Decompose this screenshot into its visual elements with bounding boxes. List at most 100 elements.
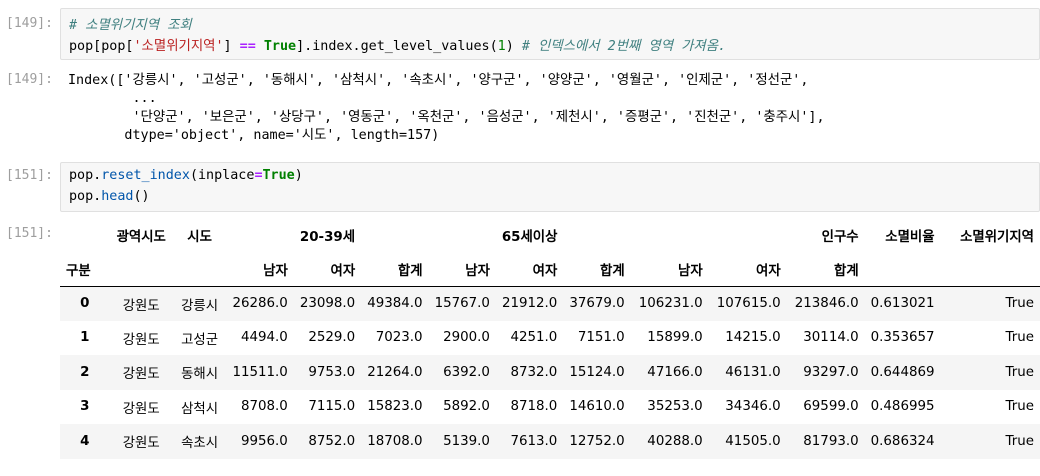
header-sum: 합계	[834, 263, 859, 279]
cell-value: 4251.0	[510, 330, 558, 346]
table-body: 0 강원도 강릉시 26286.0 23098.0 49384.0 15767.…	[60, 286, 1040, 459]
code-line: pop.head()	[69, 189, 150, 204]
header-female: 여자	[330, 263, 356, 279]
cell-value: True	[1005, 433, 1034, 449]
header-city: 시도	[187, 230, 212, 245]
cell-value: 7613.0	[510, 433, 558, 449]
code-comment: # 소멸위기지역 조회	[69, 18, 192, 33]
cell-city: 삼척시	[181, 401, 219, 417]
cell-value: 106231.0	[638, 296, 703, 311]
cell-value: 4494.0	[240, 330, 288, 346]
cell-value: 8752.0	[308, 433, 356, 449]
output-prompt: [149]:	[6, 72, 53, 87]
cell-value: 15823.0	[367, 399, 423, 415]
cell-value: 21264.0	[367, 364, 423, 380]
cell-value: 0.686324	[870, 433, 935, 449]
cell-value: 5139.0	[443, 433, 490, 449]
row-index: 1	[80, 330, 90, 346]
header-group-20-39: 20-39세	[299, 230, 356, 245]
output-prompt: [151]:	[6, 226, 53, 241]
output-cell-index: [149]: Index(['강릉시', '고성군', '동해시', '삼척시'…	[0, 72, 1040, 152]
cell-value: 9956.0	[240, 433, 288, 449]
header-sum: 합계	[397, 263, 423, 279]
cell-value: 6392.0	[443, 364, 490, 380]
table-row: 3 강원도 삼척시 8708.0 7115.0 15823.0 5892.0 8…	[60, 390, 1040, 425]
cell-value: 5892.0	[443, 399, 490, 415]
header-female: 여자	[532, 263, 558, 279]
cell-value: 0.613021	[870, 296, 935, 311]
cell-value: 8732.0	[510, 364, 558, 380]
header-group-65: 65세이상	[501, 230, 558, 245]
cell-value: 15767.0	[434, 296, 490, 311]
cell-value: 8708.0	[240, 399, 288, 415]
code-cell-query[interactable]: [149]: # 소멸위기지역 조회 pop[pop['소멸위기지역'] == …	[0, 8, 1040, 60]
code-line: pop.reset_index(inplace=True)	[69, 168, 303, 183]
table-row: 4 강원도 속초시 9956.0 8752.0 18708.0 5139.0 7…	[60, 424, 1040, 459]
header-ratio: 소멸비율	[885, 230, 935, 245]
cell-province: 강원도	[122, 298, 160, 314]
row-index: 0	[80, 296, 90, 311]
cell-value: 14215.0	[725, 330, 781, 346]
cell-value: 12752.0	[569, 433, 625, 449]
index-output: Index(['강릉시', '고성군', '동해시', '삼척시', '속초시'…	[68, 73, 825, 143]
header-index-name: 구분	[66, 263, 91, 279]
cell-value: 49384.0	[367, 296, 423, 311]
cell-city: 고성군	[181, 332, 219, 348]
cell-province: 강원도	[122, 332, 160, 348]
cell-value: 41505.0	[725, 433, 781, 449]
cell-value: 30114.0	[803, 330, 859, 346]
cell-value: True	[1005, 330, 1034, 346]
cell-value: 37679.0	[569, 296, 625, 311]
cell-value: 47166.0	[647, 364, 703, 380]
cell-value: 81793.0	[803, 433, 859, 449]
cell-value: 35253.0	[647, 399, 703, 415]
cell-value: 0.486995	[870, 399, 935, 415]
cell-value: 107615.0	[716, 296, 781, 311]
code-editor[interactable]: pop.reset_index(inplace=True) pop.head()	[60, 162, 1040, 212]
cell-value: True	[1005, 399, 1034, 415]
header-male: 남자	[678, 263, 703, 279]
cell-value: 21912.0	[501, 296, 558, 311]
cell-value: 40288.0	[647, 433, 703, 449]
cell-value: 0.353657	[870, 330, 935, 346]
table-row: 2 강원도 동해시 11511.0 9753.0 21264.0 6392.0 …	[60, 355, 1040, 390]
input-prompt: [149]:	[6, 16, 53, 31]
dataframe-table: 광역시도 시도 20-39세 65세이상 인구수 소멸비율 소멸위기지역 구분 …	[60, 218, 1040, 459]
cell-value: 2900.0	[443, 330, 490, 346]
row-index: 3	[80, 399, 90, 415]
cell-value: 7023.0	[375, 330, 423, 346]
cell-city: 동해시	[181, 367, 219, 383]
row-index: 2	[80, 364, 90, 380]
cell-value: 7151.0	[577, 330, 625, 346]
cell-value: 26286.0	[232, 296, 288, 311]
row-index: 4	[80, 433, 90, 449]
cell-value: 46131.0	[725, 364, 781, 380]
cell-value: 15899.0	[647, 330, 703, 346]
input-prompt: [151]:	[6, 168, 53, 183]
cell-value: 69599.0	[803, 399, 859, 415]
cell-province: 강원도	[122, 436, 160, 452]
cell-value: 18708.0	[367, 433, 423, 449]
header-blank	[60, 218, 110, 252]
cell-value: True	[1005, 296, 1034, 311]
code-line: pop[pop['소멸위기지역'] == True].index.get_lev…	[69, 39, 727, 54]
cell-value: 8718.0	[510, 399, 558, 415]
header-province: 광역시도	[116, 230, 166, 245]
cell-value: 11511.0	[232, 364, 288, 380]
code-editor[interactable]: # 소멸위기지역 조회 pop[pop['소멸위기지역'] == True].i…	[60, 8, 1040, 60]
cell-province: 강원도	[122, 401, 160, 417]
cell-value: 213846.0	[794, 296, 859, 311]
header-male: 남자	[465, 263, 490, 279]
table-header-row: 광역시도 시도 20-39세 65세이상 인구수 소멸비율 소멸위기지역	[60, 218, 1040, 252]
header-sum: 합계	[600, 263, 625, 279]
header-risk: 소멸위기지역	[960, 230, 1034, 245]
table-row: 0 강원도 강릉시 26286.0 23098.0 49384.0 15767.…	[60, 286, 1040, 321]
cell-value: True	[1005, 364, 1034, 380]
cell-city: 속초시	[181, 436, 219, 452]
cell-value: 93297.0	[803, 364, 859, 380]
header-male: 남자	[263, 263, 288, 279]
cell-city: 강릉시	[181, 298, 219, 314]
code-cell-reset[interactable]: [151]: pop.reset_index(inplace=True) pop…	[0, 162, 1040, 214]
cell-value: 34346.0	[725, 399, 781, 415]
cell-value: 15124.0	[569, 364, 625, 380]
